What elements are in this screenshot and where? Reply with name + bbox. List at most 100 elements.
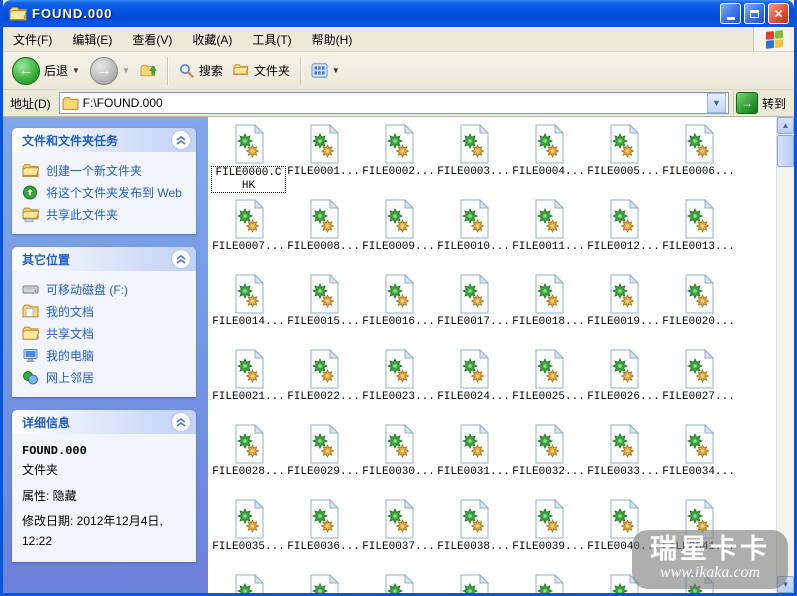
- details-title: 详细信息: [22, 415, 71, 430]
- collapse-button[interactable]: [171, 412, 191, 432]
- scroll-track[interactable]: [777, 168, 794, 576]
- folders-button[interactable]: 文件夹: [228, 59, 295, 82]
- file-item[interactable]: FILE0018...: [511, 271, 586, 346]
- file-item[interactable]: FILE0004...: [511, 121, 586, 196]
- file-item[interactable]: FILE0021...: [211, 346, 286, 421]
- file-tasks-header[interactable]: 文件和文件夹任务: [12, 128, 196, 152]
- menu-file[interactable]: 文件(F): [3, 28, 62, 51]
- file-label: FILE0001...: [287, 166, 360, 178]
- file-item[interactable]: FILE0024...: [436, 346, 511, 421]
- share-folder-icon: [22, 207, 39, 222]
- file-item[interactable]: FILE0036...: [286, 496, 361, 571]
- place-my-computer[interactable]: 我的电脑: [20, 345, 190, 367]
- search-button[interactable]: 搜索: [173, 59, 228, 82]
- file-item[interactable]: FILE0033...: [586, 421, 661, 496]
- file-item[interactable]: FILE0031...: [436, 421, 511, 496]
- file-item[interactable]: FILE0000.CHK: [211, 121, 286, 196]
- vertical-scrollbar[interactable]: ▲ ▼: [776, 117, 794, 593]
- forward-dropdown-icon[interactable]: ▼: [122, 66, 130, 75]
- views-button[interactable]: ▼: [306, 60, 345, 81]
- file-item[interactable]: FILE0009...: [361, 196, 436, 271]
- file-item[interactable]: FILE0027...: [661, 346, 736, 421]
- scroll-up-button[interactable]: ▲: [777, 117, 794, 134]
- up-button[interactable]: [135, 60, 162, 81]
- menu-favorites[interactable]: 收藏(A): [182, 28, 242, 51]
- file-item[interactable]: FILE0032...: [511, 421, 586, 496]
- toolbar-separator: [166, 56, 168, 85]
- close-button[interactable]: ✕: [768, 3, 789, 24]
- file-item[interactable]: FILE0025...: [511, 346, 586, 421]
- file-item[interactable]: FILE0035...: [211, 496, 286, 571]
- chk-file-icon: [460, 424, 489, 464]
- maximize-button[interactable]: [744, 3, 765, 24]
- file-item[interactable]: FILE0038...: [436, 496, 511, 571]
- task-publish-web[interactable]: 将这个文件夹发布到 Web: [20, 182, 190, 204]
- other-places-header[interactable]: 其它位置: [12, 247, 196, 271]
- file-item[interactable]: FILE0007...: [211, 196, 286, 271]
- title-bar[interactable]: FOUND.000 ✕: [3, 0, 794, 27]
- file-item[interactable]: FILE0026...: [586, 346, 661, 421]
- file-item[interactable]: FILE0005...: [586, 121, 661, 196]
- file-item[interactable]: FILE0023...: [361, 346, 436, 421]
- file-item[interactable]: FILE0020...: [661, 271, 736, 346]
- minimize-button[interactable]: [720, 3, 741, 24]
- file-item[interactable]: FILE0006...: [661, 121, 736, 196]
- task-share-folder[interactable]: 共享此文件夹: [20, 204, 190, 226]
- back-button[interactable]: ← 后退 ▼: [7, 54, 85, 88]
- place-my-documents[interactable]: 我的文档: [20, 301, 190, 323]
- back-dropdown-icon[interactable]: ▼: [72, 66, 80, 75]
- menu-view[interactable]: 查看(V): [122, 28, 182, 51]
- place-label: 网上邻居: [46, 371, 95, 385]
- file-item[interactable]: FILE0008...: [286, 196, 361, 271]
- file-item[interactable]: [436, 571, 511, 593]
- forward-button[interactable]: → ▼: [85, 54, 135, 88]
- place-removable-disk[interactable]: 可移动磁盘 (F:): [20, 279, 190, 301]
- file-label: FILE0015...: [287, 316, 360, 328]
- file-item[interactable]: [511, 571, 586, 593]
- my-documents-icon: [22, 304, 39, 318]
- file-item[interactable]: [211, 571, 286, 593]
- chk-file-icon: [610, 424, 639, 464]
- chk-file-icon: [235, 574, 264, 593]
- file-list-area: FILE0000.CHK FILE0001... FILE0002... FIL…: [208, 117, 794, 593]
- file-label: FILE0013...: [662, 241, 735, 253]
- file-item[interactable]: FILE0016...: [361, 271, 436, 346]
- chk-file-icon: [535, 349, 564, 389]
- file-item[interactable]: FILE0013...: [661, 196, 736, 271]
- file-item[interactable]: FILE0011...: [511, 196, 586, 271]
- go-button[interactable]: → 转到: [732, 91, 791, 115]
- file-item[interactable]: FILE0014...: [211, 271, 286, 346]
- file-item[interactable]: FILE0001...: [286, 121, 361, 196]
- file-item[interactable]: FILE0030...: [361, 421, 436, 496]
- file-item[interactable]: FILE0017...: [436, 271, 511, 346]
- details-header[interactable]: 详细信息: [12, 410, 196, 434]
- file-item[interactable]: FILE0037...: [361, 496, 436, 571]
- file-item[interactable]: FILE0002...: [361, 121, 436, 196]
- task-new-folder[interactable]: 创建一个新文件夹: [20, 160, 190, 182]
- file-label: FILE0025...: [512, 391, 585, 403]
- menu-tools[interactable]: 工具(T): [242, 28, 301, 51]
- address-dropdown-button[interactable]: ▼: [706, 93, 726, 113]
- file-item[interactable]: FILE0003...: [436, 121, 511, 196]
- scroll-thumb[interactable]: [777, 135, 794, 167]
- file-item[interactable]: [286, 571, 361, 593]
- collapse-button[interactable]: [171, 130, 191, 150]
- place-network-places[interactable]: 网上邻居: [20, 367, 190, 389]
- file-item[interactable]: FILE0029...: [286, 421, 361, 496]
- menu-help[interactable]: 帮助(H): [302, 28, 363, 51]
- file-item[interactable]: FILE0028...: [211, 421, 286, 496]
- file-item[interactable]: FILE0012...: [586, 196, 661, 271]
- file-item[interactable]: FILE0010...: [436, 196, 511, 271]
- file-label: FILE0026...: [587, 391, 660, 403]
- file-item[interactable]: FILE0022...: [286, 346, 361, 421]
- file-item[interactable]: FILE0019...: [586, 271, 661, 346]
- collapse-button[interactable]: [171, 249, 191, 269]
- file-item[interactable]: FILE0034...: [661, 421, 736, 496]
- views-dropdown-icon[interactable]: ▼: [332, 66, 340, 75]
- file-item[interactable]: [361, 571, 436, 593]
- menu-edit[interactable]: 编辑(E): [62, 28, 122, 51]
- file-item[interactable]: FILE0039...: [511, 496, 586, 571]
- file-item[interactable]: FILE0015...: [286, 271, 361, 346]
- place-shared-documents[interactable]: 共享文档: [20, 323, 190, 345]
- address-input[interactable]: F:\FOUND.000 ▼: [58, 92, 729, 114]
